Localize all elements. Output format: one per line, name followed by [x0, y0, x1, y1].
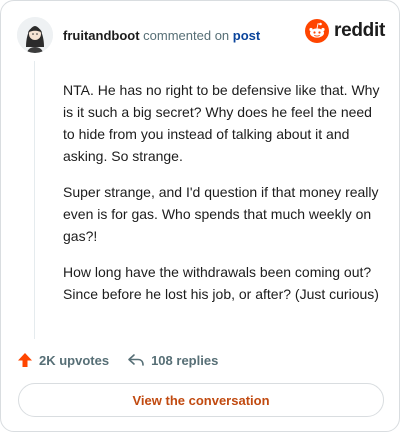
post-link[interactable]: post: [233, 28, 260, 43]
comment-body: NTA. He has no right to be defensive lik…: [63, 79, 383, 319]
comment-actions: 2K upvotes 108 replies: [17, 349, 218, 371]
upvote-count: 2K upvotes: [39, 352, 110, 368]
upvote-arrow-icon: [18, 353, 32, 367]
reply-count: 108 replies: [151, 352, 219, 368]
reddit-wordmark: reddit: [334, 20, 385, 41]
comment-header: fruitandboot commented on post reddit: [17, 15, 385, 55]
username[interactable]: fruitandboot: [63, 28, 140, 43]
comment-card: fruitandboot commented on post reddit NT…: [0, 0, 400, 432]
comment-paragraph: How long have the withdrawals been comin…: [63, 264, 379, 302]
replies-button[interactable]: 108 replies: [127, 352, 218, 368]
comment-paragraph: Super strange, and I'd question if that …: [63, 184, 379, 244]
thread-line: [34, 61, 35, 339]
reddit-logo[interactable]: reddit: [305, 19, 385, 43]
comment-meta: fruitandboot commented on post: [63, 28, 260, 43]
reply-arrow-icon: [128, 354, 144, 366]
avatar-illustration-icon: [17, 17, 53, 53]
avatar[interactable]: [17, 17, 53, 53]
reddit-snoo-icon: [305, 19, 330, 43]
comment-paragraph: NTA. He has no right to be defensive lik…: [63, 82, 380, 164]
upvote-button[interactable]: 2K upvotes: [17, 352, 109, 368]
view-conversation-button[interactable]: View the conversation: [18, 383, 384, 417]
commented-on-text: commented on: [143, 27, 230, 43]
